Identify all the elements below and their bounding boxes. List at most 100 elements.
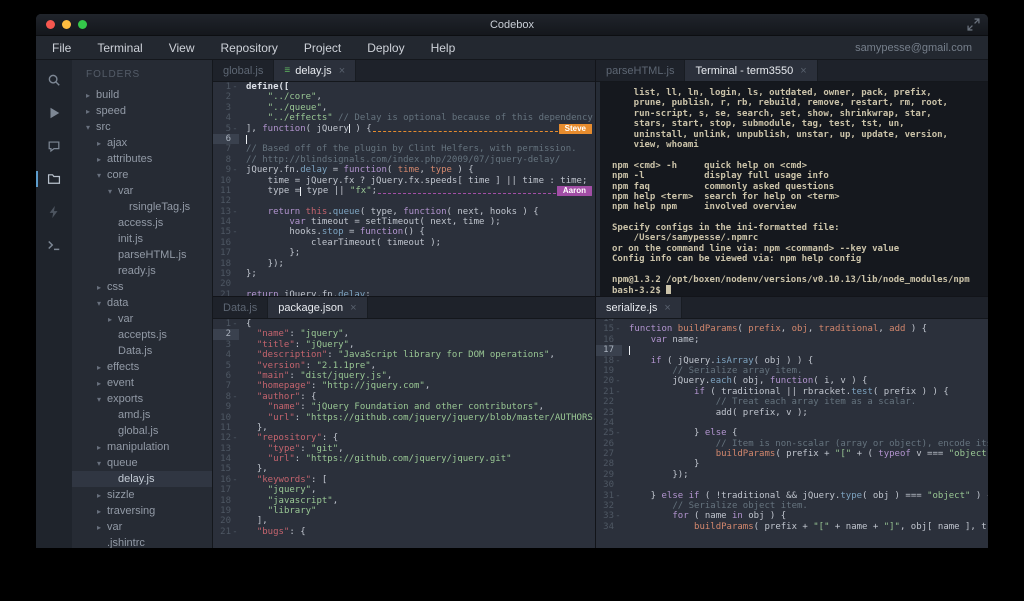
- tree-file-delay-js[interactable]: delay.js: [72, 471, 212, 487]
- code-line[interactable]: 7 "homepage": "http://jquery.com",: [213, 381, 595, 391]
- code-line[interactable]: 5-], function( jQuery ) {Steve: [213, 123, 595, 134]
- tab-serialize-js[interactable]: serialize.js ×: [596, 297, 682, 318]
- code-editor[interactable]: 1- define([2 "../core", 3 "../queue", 4 "..…: [213, 82, 595, 296]
- code-line[interactable]: 19 // Serialize array item.: [596, 366, 988, 376]
- tree-folder-core[interactable]: ▾ core: [72, 167, 212, 183]
- code-line[interactable]: 6: [213, 133, 595, 145]
- files-icon[interactable]: [36, 171, 72, 187]
- code-line[interactable]: 24: [596, 418, 988, 428]
- tab-global-js[interactable]: global.js: [213, 60, 275, 81]
- tab-delay-js[interactable]: ≡ delay.js ×: [274, 60, 357, 81]
- code-line[interactable]: 4 "description": "JavaScript library for…: [213, 350, 595, 360]
- close-icon[interactable]: ×: [800, 65, 806, 77]
- menu-deploy[interactable]: Deploy: [367, 41, 404, 55]
- code-line[interactable]: 18 "javascript",: [213, 496, 595, 506]
- tree-folder-speed[interactable]: ▸ speed: [72, 103, 212, 119]
- tree-folder-var[interactable]: ▸ var: [72, 519, 212, 535]
- menu-repository[interactable]: Repository: [221, 41, 278, 55]
- code-line[interactable]: 14 var timeout = setTimeout( next, time …: [213, 217, 595, 227]
- code-line[interactable]: 29 });: [596, 470, 988, 480]
- code-line[interactable]: 15 },: [213, 464, 595, 474]
- close-window-button[interactable]: [46, 20, 55, 29]
- tree-folder-css[interactable]: ▸ css: [72, 279, 212, 295]
- tree-file-init-js[interactable]: init.js: [72, 231, 212, 247]
- code-line[interactable]: 20 ],: [213, 516, 595, 526]
- code-line[interactable]: 3 "../queue",: [213, 103, 595, 113]
- code-line[interactable]: 21- "bugs": {: [213, 527, 595, 537]
- code-line[interactable]: 27 buildParams( prefix + "[" + ( typeof …: [596, 449, 988, 459]
- code-line[interactable]: 21 return jQuery.fn. delay;: [213, 290, 595, 296]
- code-line[interactable]: 11 },: [213, 423, 595, 433]
- code-line[interactable]: 19};: [213, 269, 595, 279]
- code-line[interactable]: 4 "../effects" // Delay is optional beca…: [213, 113, 595, 123]
- tree-folder-queue[interactable]: ▾ queue: [72, 455, 212, 471]
- code-line[interactable]: 18 });: [213, 259, 595, 269]
- code-line[interactable]: 6 "main": "dist/jquery.js",: [213, 371, 595, 381]
- code-line[interactable]: 30: [596, 480, 988, 490]
- code-line[interactable]: 8- "author": {: [213, 392, 595, 402]
- code-line[interactable]: 12: [213, 196, 595, 206]
- deploy-icon[interactable]: [36, 204, 72, 220]
- menu-file[interactable]: File: [52, 41, 71, 55]
- code-editor[interactable]: 14 15- function buildParams( prefix, obj, …: [596, 319, 988, 548]
- tree-file-global-js[interactable]: global.js: [72, 423, 212, 439]
- code-line[interactable]: 2 "../core",: [213, 92, 595, 102]
- menu-terminal[interactable]: Terminal: [97, 41, 142, 55]
- close-icon[interactable]: ×: [350, 302, 356, 314]
- tab-data-js[interactable]: Data.js: [213, 297, 269, 318]
- terminal-output[interactable]: list, ll, ln, login, ls, outdated, owner…: [596, 82, 988, 296]
- close-icon[interactable]: ×: [339, 65, 345, 77]
- code-line[interactable]: 7 // Based off of the plugin by Clint Hel…: [213, 144, 595, 154]
- code-line[interactable]: 20: [213, 279, 595, 289]
- code-line[interactable]: 18- if ( jQuery. isArray( obj ) ) {: [596, 356, 988, 366]
- tree-folder-attributes[interactable]: ▸ attributes: [72, 151, 212, 167]
- code-line[interactable]: 15- function buildParams( prefix, obj, tr…: [596, 324, 988, 334]
- code-line[interactable]: 9 "name": "jQuery Foundation and other c…: [213, 402, 595, 412]
- code-line[interactable]: 16 var name;: [596, 335, 988, 345]
- tree-file-rsingletag-js[interactable]: rsingleTag.js: [72, 199, 212, 215]
- menu-view[interactable]: View: [169, 41, 195, 55]
- code-line[interactable]: 3 "title": "jQuery",: [213, 340, 595, 350]
- tree-folder-build[interactable]: ▸ build: [72, 87, 212, 103]
- code-line[interactable]: 28 }: [596, 459, 988, 469]
- code-line[interactable]: 26 // Item is non-scalar (array or objec…: [596, 439, 988, 449]
- tree-folder-manipulation[interactable]: ▸ manipulation: [72, 439, 212, 455]
- tree-file-jshintrc[interactable]: .jshintrc: [72, 535, 212, 548]
- tree-folder-event[interactable]: ▸ event: [72, 375, 212, 391]
- tree-file-data-js[interactable]: Data.js: [72, 343, 212, 359]
- code-line[interactable]: 16 clearTimeout( timeout );: [213, 238, 595, 248]
- fullscreen-icon[interactable]: [967, 18, 980, 31]
- code-line[interactable]: 1- define([: [213, 82, 595, 92]
- zoom-window-button[interactable]: [78, 20, 87, 29]
- code-line[interactable]: 32 // Serialize object item.: [596, 501, 988, 511]
- code-line[interactable]: 20- jQuery. each( obj, function( i, v ) {: [596, 376, 988, 386]
- code-line[interactable]: 8 // http://blindsignals.com/index.php/20…: [213, 155, 595, 165]
- tree-folder-effects[interactable]: ▸ effects: [72, 359, 212, 375]
- tab-terminal-term3550[interactable]: Terminal - term3550 ×: [685, 60, 818, 81]
- code-line[interactable]: 9- jQuery.fn. delay = function( time, type…: [213, 165, 595, 175]
- tree-file-parsehtml-js[interactable]: parseHTML.js: [72, 247, 212, 263]
- tab-package-json[interactable]: package.json ×: [268, 297, 368, 318]
- account-menu[interactable]: samypesse@gmail.com: [855, 42, 972, 54]
- tree-file-ready-js[interactable]: ready.js: [72, 263, 212, 279]
- minimize-window-button[interactable]: [62, 20, 71, 29]
- chat-icon[interactable]: [36, 138, 72, 154]
- code-line[interactable]: 1- {: [213, 319, 595, 329]
- menu-project[interactable]: Project: [304, 41, 341, 55]
- tree-folder-var[interactable]: ▸ var: [72, 311, 212, 327]
- tree-file-amd-js[interactable]: amd.js: [72, 407, 212, 423]
- tree-folder-exports[interactable]: ▾ exports: [72, 391, 212, 407]
- code-line[interactable]: 2 "name": "jquery",: [213, 329, 595, 340]
- code-line[interactable]: 31- } else if ( !traditional && jQuery. t…: [596, 491, 988, 501]
- code-line[interactable]: 33- for ( name in obj ) {: [596, 511, 988, 521]
- code-line[interactable]: 19 "library": [213, 506, 595, 516]
- code-line[interactable]: 12- "repository": {: [213, 433, 595, 443]
- code-line[interactable]: 17 };: [213, 248, 595, 258]
- tree-folder-var[interactable]: ▾ var: [72, 183, 212, 199]
- tree-folder-ajax[interactable]: ▸ ajax: [72, 135, 212, 151]
- run-icon[interactable]: [36, 105, 72, 121]
- close-icon[interactable]: ×: [664, 302, 670, 314]
- code-line[interactable]: 21- if ( traditional || rbracket. test( p…: [596, 387, 988, 397]
- terminal-icon[interactable]: [36, 237, 72, 253]
- code-line[interactable]: 15- hooks. stop = function() {: [213, 227, 595, 237]
